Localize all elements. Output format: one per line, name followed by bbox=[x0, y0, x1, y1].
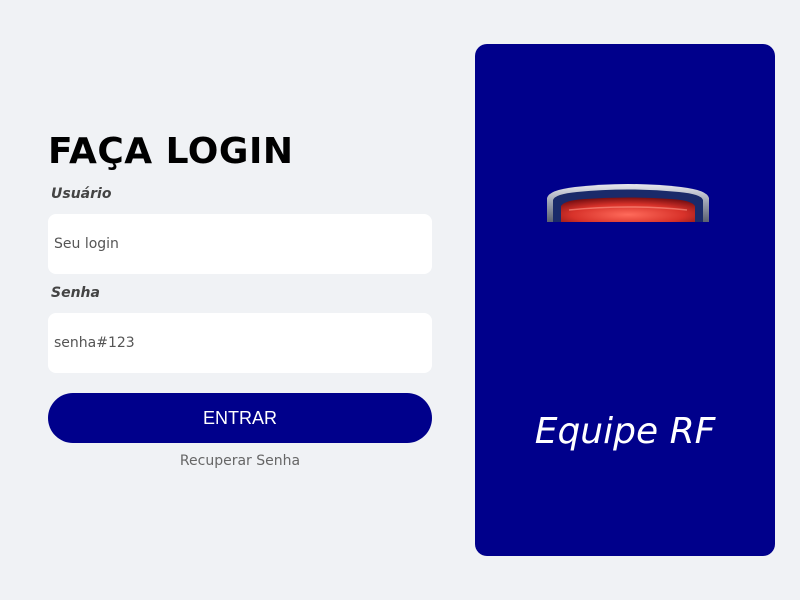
password-input[interactable] bbox=[48, 313, 432, 373]
brand-name: Equipe RF bbox=[534, 411, 716, 452]
brand-panel: Equipe RF bbox=[475, 44, 775, 556]
password-label: Senha bbox=[51, 285, 100, 301]
shield-logo-icon bbox=[547, 184, 709, 222]
recover-password-link[interactable]: Recuperar Senha bbox=[48, 453, 432, 469]
username-input[interactable] bbox=[48, 214, 432, 274]
page-title: FAÇA LOGIN bbox=[48, 131, 294, 172]
login-button[interactable]: ENTRAR bbox=[48, 393, 432, 443]
login-page: FAÇA LOGIN Usuário Senha ENTRAR Recupera… bbox=[0, 0, 800, 600]
username-label: Usuário bbox=[51, 186, 112, 202]
